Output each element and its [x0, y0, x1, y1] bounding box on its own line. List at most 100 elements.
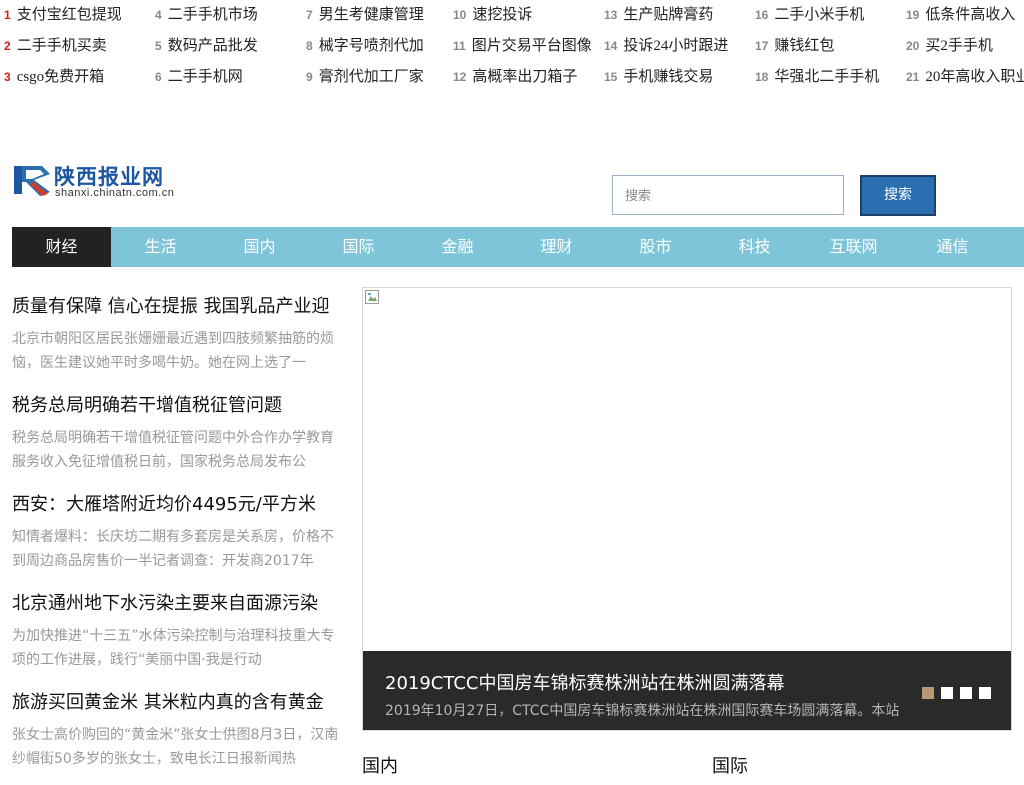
hot-keyword-item[interactable]: 3 csgo免费开箱 — [4, 65, 104, 89]
rank-number: 6 — [155, 70, 162, 84]
news-article: 税务总局明确若干增值税征管问题 税务总局明确若干增值税征管问题中外合作办学教育服… — [12, 389, 347, 488]
rank-number: 19 — [906, 8, 920, 22]
hot-keyword-item[interactable]: 18 华强北二手手机 — [755, 65, 879, 89]
featured-slider[interactable]: 2019CTCC中国房车锦标赛株洲站在株洲圆满落幕 2019年10月27日，CT… — [362, 287, 1012, 731]
nav-item-banking[interactable]: 金融 — [408, 227, 507, 267]
rank-number: 10 — [453, 8, 467, 22]
hot-keyword-item[interactable]: 1 支付宝红包提现 — [4, 3, 122, 27]
nav-item-wealth[interactable]: 理财 — [507, 227, 606, 267]
hot-keyword-item[interactable]: 16 二手小米手机 — [755, 3, 864, 27]
hot-keyword-label: 20年高收入职业 — [925, 69, 1024, 85]
hot-keyword-label: 图片交易平台图像 — [471, 38, 592, 54]
news-article: 旅游买回黄金米 其米粒内真的含有黄金 张女士高价购回的“黄金米”张女士供图8月3… — [12, 686, 347, 785]
nav-item-domestic[interactable]: 国内 — [210, 227, 309, 267]
rank-number: 21 — [906, 70, 920, 84]
hot-keywords: 1 支付宝红包提现 2 二手手机买卖 3 csgo免费开箱 4 二手手机市场 5 数码产品… — [0, 0, 1024, 95]
hot-keyword-label: 二手小米手机 — [774, 7, 865, 23]
slider-caption: 2019CTCC中国房车锦标赛株洲站在株洲圆满落幕 2019年10月27日，CT… — [363, 651, 1011, 730]
hot-keyword-item[interactable]: 6 二手手机网 — [155, 65, 243, 89]
rank-number: 5 — [155, 39, 162, 53]
hot-keyword-label: 华强北二手手机 — [774, 69, 880, 85]
nav-item-internet[interactable]: 互联网 — [804, 227, 903, 267]
news-summary: 知情者爆料：长庆坊二期有多套房是关系房，价格不到周边商品房售价一半记者调查：开发… — [12, 529, 334, 569]
hot-keyword-label: 赚钱红包 — [774, 38, 835, 54]
nav-item-finance[interactable]: 财经 — [12, 227, 111, 267]
news-headline[interactable]: 西安：大雁塔附近均价4495元/平方米 — [12, 488, 347, 522]
hot-keyword-label: 支付宝红包提现 — [16, 7, 122, 23]
nav-item-stocks[interactable]: 股市 — [606, 227, 705, 267]
search-button[interactable]: 搜索 — [860, 175, 936, 216]
news-summary: 税务总局明确若干增值税征管问题中外合作办学教育服务收入免征增值税日前，国家税务总… — [12, 430, 334, 470]
news-headline[interactable]: 税务总局明确若干增值税征管问题 — [12, 389, 347, 423]
nav-item-international[interactable]: 国际 — [309, 227, 408, 267]
hot-keyword-item[interactable]: 11 图片交易平台图像 — [453, 34, 592, 58]
hot-keyword-label: 械字号喷剂代加 — [318, 38, 424, 54]
hot-keyword-item[interactable]: 2 二手手机买卖 — [4, 34, 107, 58]
rank-number: 14 — [604, 39, 618, 53]
hot-keyword-item[interactable]: 21 20年高收入职业 — [906, 65, 1024, 89]
rank-number: 18 — [755, 70, 769, 84]
logo-mark-icon — [14, 166, 50, 196]
hot-keyword-label: 二手手机市场 — [167, 7, 258, 23]
section-title-international[interactable]: 国际 — [712, 752, 748, 778]
main-nav: 财经 生活 国内 国际 金融 理财 股市 科技 互联网 通信 — [12, 227, 1024, 267]
hot-keyword-label: 投诉24小时跟进 — [623, 38, 729, 54]
rank-number: 4 — [155, 8, 162, 22]
news-headline[interactable]: 旅游买回黄金米 其米粒内真的含有黄金 — [12, 686, 347, 720]
section-title-domestic[interactable]: 国内 — [362, 752, 398, 778]
nav-item-telecom[interactable]: 通信 — [903, 227, 1002, 267]
hot-keyword-item[interactable]: 17 赚钱红包 — [755, 34, 834, 58]
rank-number: 12 — [453, 70, 467, 84]
hot-keyword-label: 买2手手机 — [925, 38, 993, 54]
news-summary: 为加快推进“十三五”水体污染控制与治理科技重大专项的工作进展，践行“美丽中国·我… — [12, 628, 335, 668]
news-summary: 北京市朝阳区居民张姗姗最近遇到四肢频繁抽筋的烦恼，医生建议她平时多喝牛奶。她在网… — [12, 331, 334, 371]
slider-dots — [915, 684, 991, 699]
slider-dot[interactable] — [979, 687, 991, 699]
hot-keyword-label: 二手手机买卖 — [16, 38, 107, 54]
hot-keyword-item[interactable]: 10 速挖投诉 — [453, 3, 532, 27]
hot-keyword-label: 手机赚钱交易 — [623, 69, 714, 85]
hot-keyword-item[interactable]: 9 膏剂代加工厂家 — [306, 65, 424, 89]
hot-keyword-label: 二手手机网 — [167, 69, 243, 85]
rank-number: 9 — [306, 70, 313, 84]
news-article: 北京通州地下水污染主要来自面源污染 为加快推进“十三五”水体污染控制与治理科技重… — [12, 587, 347, 686]
news-article: 质量有保障 信心在提振 我国乳品产业迎 北京市朝阳区居民张姗姗最近遇到四肢频繁抽… — [12, 290, 347, 389]
hot-keyword-label: 高概率出刀箱子 — [472, 69, 578, 85]
broken-image-icon — [365, 290, 379, 304]
slider-dot[interactable] — [960, 687, 972, 699]
hot-keyword-label: 男生考健康管理 — [318, 7, 424, 23]
news-headline[interactable]: 质量有保障 信心在提振 我国乳品产业迎 — [12, 290, 347, 324]
hot-keyword-label: 低条件高收入 — [925, 7, 1016, 23]
rank-number: 17 — [755, 39, 769, 53]
hot-keyword-item[interactable]: 12 高概率出刀箱子 — [453, 65, 577, 89]
nav-item-tech[interactable]: 科技 — [705, 227, 804, 267]
hot-keyword-item[interactable]: 8 械字号喷剂代加 — [306, 34, 424, 58]
hot-keyword-label: 数码产品批发 — [167, 38, 258, 54]
hot-keyword-label: 速挖投诉 — [472, 7, 533, 23]
hot-keyword-item[interactable]: 7 男生考健康管理 — [306, 3, 424, 27]
hot-keyword-label: csgo免费开箱 — [16, 69, 105, 85]
hot-keyword-item[interactable]: 14 投诉24小时跟进 — [604, 34, 728, 58]
rank-number: 7 — [306, 8, 313, 22]
rank-number: 13 — [604, 8, 618, 22]
slider-title[interactable]: 2019CTCC中国房车锦标赛株洲站在株洲圆满落幕 — [385, 669, 784, 695]
slider-text: 2019年10月27日，CTCC中国房车锦标赛株洲站在株洲国际赛车场圆满落幕。本… — [385, 703, 900, 719]
rank-number: 15 — [604, 70, 618, 84]
slider-dot[interactable] — [922, 687, 934, 699]
site-logo[interactable]: 陕西报业网 shanxi.chinatn.com.cn — [12, 160, 187, 202]
rank-number: 20 — [906, 39, 920, 53]
hot-keyword-item[interactable]: 20 买2手手机 — [906, 34, 993, 58]
hot-keyword-item[interactable]: 13 生产贴牌膏药 — [604, 3, 713, 27]
rank-number: 11 — [453, 39, 466, 53]
hot-keyword-item[interactable]: 5 数码产品批发 — [155, 34, 258, 58]
news-headline[interactable]: 北京通州地下水污染主要来自面源污染 — [12, 587, 347, 621]
hot-keyword-item[interactable]: 4 二手手机市场 — [155, 3, 258, 27]
hot-keyword-item[interactable]: 15 手机赚钱交易 — [604, 65, 713, 89]
slider-dot[interactable] — [941, 687, 953, 699]
news-article: 西安：大雁塔附近均价4495元/平方米 知情者爆料：长庆坊二期有多套房是关系房，… — [12, 488, 347, 587]
hot-keyword-item[interactable]: 19 低条件高收入 — [906, 3, 1015, 27]
nav-item-life[interactable]: 生活 — [111, 227, 210, 267]
search-input[interactable] — [612, 175, 844, 215]
rank-number: 1 — [4, 8, 11, 22]
hot-keyword-label: 膏剂代加工厂家 — [318, 69, 424, 85]
